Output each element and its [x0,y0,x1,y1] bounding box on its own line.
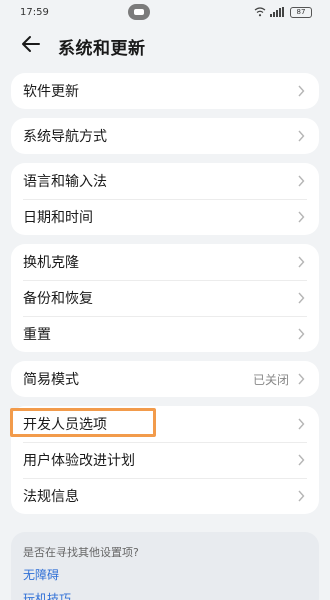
row-label: 软件更新 [23,84,79,100]
status-bar: 17:59 87 [0,0,330,24]
page-title: 系统和更新 [58,39,146,59]
back-button[interactable] [18,32,44,56]
screen-record-icon [128,4,150,20]
chevron-right-icon [298,328,305,340]
row-phone-clone[interactable]: 换机克隆 [11,244,319,280]
row-label: 简易模式 [23,372,79,388]
row-date-time[interactable]: 日期和时间 [11,199,319,235]
settings-group-language-time: 语言和输入法 日期和时间 [11,163,319,235]
battery-icon: 87 [290,6,312,18]
link-tips[interactable]: 玩机技巧 [23,590,307,600]
row-label: 语言和输入法 [23,174,107,190]
row-regulatory-info[interactable]: 法规信息 [11,478,319,514]
chevron-right-icon [298,211,305,223]
signal-icon [270,7,284,17]
header: 系统和更新 [0,24,330,64]
settings-group-navigation: 系统导航方式 [11,118,319,154]
wifi-icon [254,7,266,17]
row-label: 系统导航方式 [23,129,107,145]
suggestions-title: 是否在寻找其他设置项? [23,546,139,559]
row-label: 日期和时间 [23,210,93,226]
settings-group-software-update: 软件更新 [11,73,319,109]
settings-group-backup: 换机克隆 备份和恢复 重置 [11,244,319,352]
chevron-right-icon [298,418,305,430]
chevron-right-icon [298,256,305,268]
settings-group-simple-mode: 简易模式 已关闭 [11,361,319,397]
row-simple-mode[interactable]: 简易模式 已关闭 [11,361,319,397]
highlight-box [10,408,156,437]
row-label: 用户体验改进计划 [23,453,135,469]
chevron-right-icon [298,454,305,466]
chevron-right-icon [298,490,305,502]
row-label: 重置 [23,327,51,343]
chevron-right-icon [298,175,305,187]
suggestions-card: 是否在寻找其他设置项? 无障碍 玩机技巧 [11,532,319,600]
status-icons: 87 [254,6,312,18]
row-label: 备份和恢复 [23,291,93,307]
chevron-right-icon [298,373,305,385]
row-backup-restore[interactable]: 备份和恢复 [11,280,319,316]
row-language-input[interactable]: 语言和输入法 [11,163,319,199]
chevron-right-icon [298,292,305,304]
link-accessibility[interactable]: 无障碍 [23,566,307,583]
back-arrow-icon [22,36,40,52]
row-label: 法规信息 [23,489,79,505]
row-software-update[interactable]: 软件更新 [11,73,319,109]
row-reset[interactable]: 重置 [11,316,319,352]
row-label: 换机克隆 [23,255,79,271]
status-time: 17:59 [20,6,49,18]
row-system-navigation[interactable]: 系统导航方式 [11,118,319,154]
chevron-right-icon [298,130,305,142]
row-user-experience[interactable]: 用户体验改进计划 [11,442,319,478]
chevron-right-icon [298,85,305,97]
status-value: 已关闭 [252,372,289,387]
